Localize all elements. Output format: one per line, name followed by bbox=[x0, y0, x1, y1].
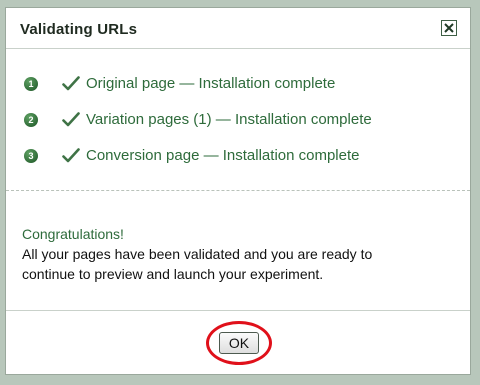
congratulations-message: Congratulations! All your pages have bee… bbox=[22, 224, 452, 284]
window-background: Validating URLs 1 Original page — Instal… bbox=[0, 0, 480, 385]
checkmark-icon bbox=[62, 76, 80, 91]
checkmark-icon bbox=[62, 112, 80, 127]
step-number-badge: 3 bbox=[24, 149, 38, 163]
ok-button[interactable]: OK bbox=[219, 332, 259, 354]
message-title: Congratulations! bbox=[22, 226, 124, 242]
close-x-icon bbox=[444, 23, 454, 33]
validating-urls-dialog: Validating URLs 1 Original page — Instal… bbox=[5, 7, 471, 375]
step-number-badge: 1 bbox=[24, 77, 38, 91]
step-label: Original page — Installation complete bbox=[86, 75, 336, 92]
step-label: Conversion page — Installation complete bbox=[86, 147, 360, 164]
message-line-2: continue to preview and launch your expe… bbox=[22, 266, 324, 282]
message-line-1: All your pages have been validated and y… bbox=[22, 246, 373, 262]
dialog-titlebar: Validating URLs bbox=[6, 8, 470, 49]
close-button[interactable] bbox=[441, 20, 457, 36]
step-number-badge: 2 bbox=[24, 113, 38, 127]
footer-divider bbox=[6, 310, 470, 311]
checkmark-icon bbox=[62, 148, 80, 163]
dialog-title: Validating URLs bbox=[20, 21, 138, 38]
section-divider bbox=[6, 190, 470, 191]
step-label: Variation pages (1) — Installation compl… bbox=[86, 111, 372, 128]
